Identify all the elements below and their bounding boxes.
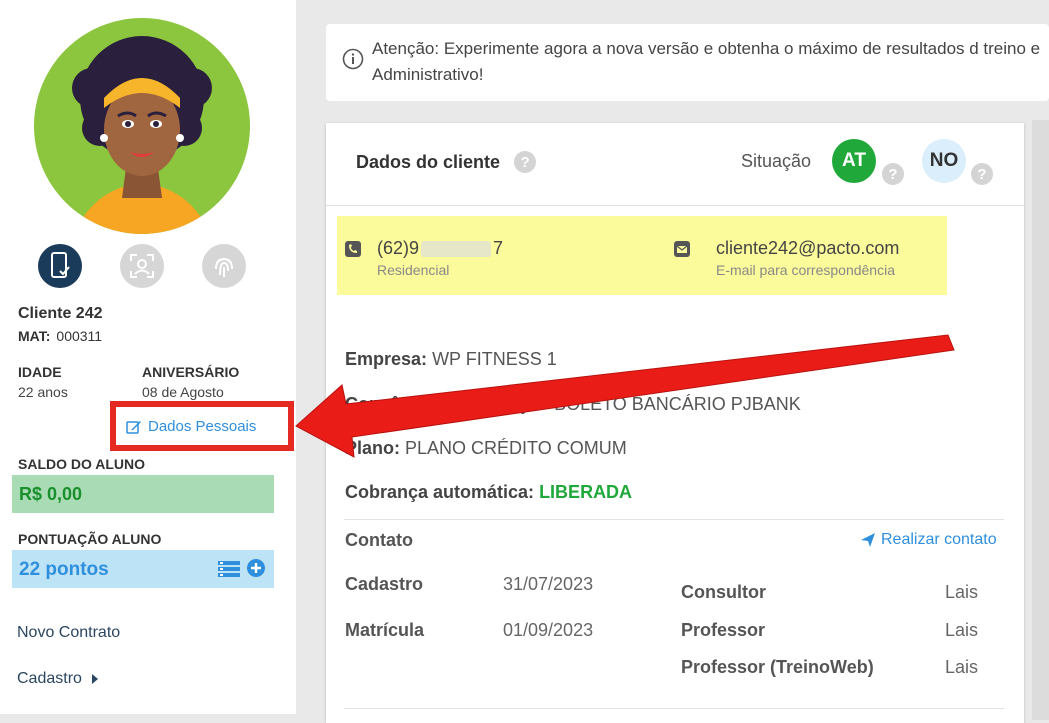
divider bbox=[344, 708, 1004, 709]
idade-value: 22 anos bbox=[18, 384, 68, 400]
info-icon bbox=[342, 48, 364, 70]
card-title-wrap: Dados do cliente ? bbox=[356, 151, 537, 173]
professor-treinoweb-value: Lais bbox=[945, 657, 979, 677]
email-type: E-mail para correspondência bbox=[716, 262, 895, 278]
saldo-box: R$ 0,00 bbox=[12, 475, 274, 513]
list-icon[interactable] bbox=[218, 559, 240, 579]
adjacent-panel-edge bbox=[1032, 120, 1049, 720]
add-circle-icon[interactable] bbox=[246, 558, 266, 578]
notice-text: Atenção: Experimente agora a nova versão… bbox=[372, 39, 1041, 84]
face-recognition-icon[interactable] bbox=[120, 244, 164, 288]
plano-value: PLANO CRÉDITO COMUM bbox=[405, 438, 627, 458]
cadastro-label: Cadastro bbox=[345, 574, 424, 594]
convenio-row: Convênio de cobrança: BOLETO BANCÁRIO PJ… bbox=[345, 394, 801, 415]
cadastro-menu[interactable]: Cadastro bbox=[17, 670, 98, 688]
realizar-contato-link[interactable]: Realizar contato bbox=[860, 531, 997, 549]
consultor-label: Consultor bbox=[681, 582, 766, 602]
saldo-value: R$ 0,00 bbox=[19, 484, 83, 504]
status-badge-at[interactable]: AT bbox=[832, 139, 876, 183]
aniversario-value: 08 de Agosto bbox=[142, 384, 224, 400]
email-icon bbox=[674, 241, 690, 257]
contact-highlight-box: (62)9 7 Residencial cliente242@pacto.com… bbox=[337, 216, 947, 295]
fingerprint-icon[interactable] bbox=[202, 244, 246, 288]
cadastro-date: 31/07/2023 bbox=[503, 574, 594, 594]
help-icon[interactable]: ? bbox=[971, 163, 993, 185]
phone-prefix: (62)9 bbox=[377, 238, 420, 258]
client-name: Cliente 242 bbox=[18, 305, 103, 322]
novo-contrato-link[interactable]: Novo Contrato bbox=[17, 624, 120, 642]
professor-label: Professor bbox=[681, 620, 766, 640]
phone-suffix: 7 bbox=[493, 238, 504, 258]
mat-value: 000311 bbox=[56, 328, 103, 344]
help-icon[interactable]: ? bbox=[514, 151, 537, 173]
matricula-label: Matrícula bbox=[345, 620, 425, 640]
contato-label: Contato bbox=[345, 530, 413, 550]
plano-label: Plano: bbox=[345, 438, 401, 458]
phone-blurred-digits bbox=[421, 240, 492, 257]
situacao-label: Situação bbox=[741, 151, 812, 171]
email-address[interactable]: cliente242@pacto.com bbox=[716, 238, 899, 259]
biometric-icon-row bbox=[38, 244, 258, 290]
phone-number: (62)9 7 bbox=[377, 238, 503, 259]
cadastro-menu-label: Cadastro bbox=[17, 670, 82, 687]
notice-banner: Atenção: Experimente agora a nova versão… bbox=[326, 24, 1049, 101]
pontuacao-label: PONTUAÇÃO ALUNO bbox=[18, 531, 162, 547]
card-header: Dados do cliente ? Situação AT ? NO ? bbox=[326, 123, 1024, 206]
cobranca-label: Cobrança automática: bbox=[345, 482, 535, 502]
idade-label: IDADE bbox=[18, 364, 62, 380]
realizar-contato-label: Realizar contato bbox=[881, 531, 997, 548]
convenio-value: BOLETO BANCÁRIO PJBANK bbox=[554, 394, 801, 414]
consultor-value: Lais bbox=[945, 582, 979, 602]
professor-value: Lais bbox=[945, 620, 979, 640]
highlight-box-dados-pessoais bbox=[110, 401, 294, 451]
client-avatar bbox=[34, 18, 250, 234]
client-data-card: Dados do cliente ? Situação AT ? NO ? (6… bbox=[326, 123, 1024, 723]
matricula-number: MAT: 000311 bbox=[18, 328, 102, 344]
phone-type: Residencial bbox=[377, 262, 450, 278]
mobile-app-icon[interactable] bbox=[38, 244, 82, 288]
empresa-label: Empresa: bbox=[345, 349, 428, 369]
card-title: Dados do cliente bbox=[356, 151, 501, 172]
caret-right-icon bbox=[91, 674, 98, 684]
matricula-date: 01/09/2023 bbox=[503, 620, 594, 640]
send-icon bbox=[861, 533, 875, 547]
client-sidebar: Cliente 242 MAT: 000311 IDADE 22 anos ANI… bbox=[0, 0, 296, 714]
cobranca-value: LIBERADA bbox=[539, 482, 633, 502]
status-badge-no[interactable]: NO bbox=[922, 139, 966, 183]
phone-icon bbox=[345, 241, 361, 257]
aniversario-label: ANIVERSÁRIO bbox=[142, 364, 240, 380]
professor-treinoweb-label: Professor (TreinoWeb) bbox=[681, 657, 874, 677]
mat-label: MAT: bbox=[18, 328, 51, 344]
plano-row: Plano: PLANO CRÉDITO COMUM bbox=[345, 438, 627, 459]
pontos-value: 22 pontos bbox=[19, 559, 109, 580]
saldo-label: SALDO DO ALUNO bbox=[18, 456, 146, 472]
cobranca-row: Cobrança automática: LIBERADA bbox=[345, 482, 632, 503]
convenio-label: Convênio de cobrança: bbox=[345, 394, 545, 414]
divider bbox=[344, 519, 1004, 520]
empresa-row: Empresa: WP FITNESS 1 bbox=[345, 349, 557, 370]
pontos-box: 22 pontos bbox=[12, 550, 274, 588]
empresa-value: WP FITNESS 1 bbox=[432, 349, 557, 369]
help-icon[interactable]: ? bbox=[882, 163, 904, 185]
